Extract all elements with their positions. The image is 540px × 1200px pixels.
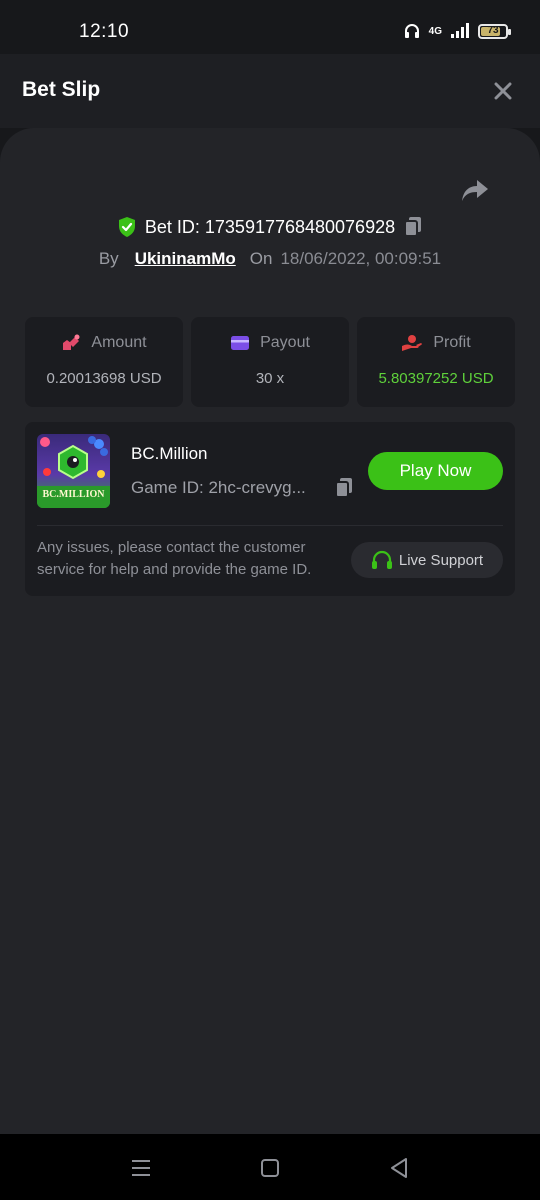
- bet-date: 18/06/2022, 00:09:51: [280, 249, 442, 268]
- payout-card: Payout 30 x: [191, 317, 349, 407]
- support-notice: Any issues, please contact the customer …: [37, 539, 312, 578]
- on-label: On: [249, 249, 273, 268]
- payout-label: Payout: [260, 334, 310, 351]
- bet-meta-row: By UkininamMo On 18/06/2022, 00:09:51: [0, 249, 540, 269]
- by-label: By: [98, 249, 119, 268]
- status-bar: 12:10 4G 73: [0, 0, 540, 54]
- amount-head: Amount: [25, 334, 183, 352]
- amount-label: Amount: [91, 334, 147, 351]
- amount-value: 0.20013698 USD: [46, 370, 162, 387]
- copy-game-id-icon[interactable]: [334, 477, 354, 499]
- amount-card: Amount 0.20013698 USD: [25, 317, 183, 407]
- status-time: 12:10: [79, 21, 130, 42]
- stats-row: Amount 0.20013698 USD Payout 30 x Profit…: [25, 317, 515, 407]
- divider: [37, 525, 503, 526]
- game-thumbnail[interactable]: BC.MILLION: [37, 434, 110, 508]
- verified-shield-icon: [118, 217, 135, 237]
- live-support-label: Live Support: [398, 551, 484, 569]
- user-link[interactable]: UkininamMo: [135, 249, 236, 269]
- header: Bet Slip: [0, 54, 540, 128]
- game-name[interactable]: BC.Million: [131, 444, 208, 464]
- bet-id-row: Bet ID: 1735917768480076928: [0, 216, 540, 238]
- game-card: BC.MILLION BC.Million Game ID: 2hc-crevy…: [25, 422, 515, 596]
- bet-slip-sheet: Bet ID: 1735917768480076928 By UkininamM…: [0, 128, 540, 1134]
- menu-icon[interactable]: [129, 1156, 153, 1180]
- copy-icon[interactable]: [403, 216, 423, 238]
- profit-head: Profit: [357, 334, 515, 352]
- profit-card: Profit 5.80397252 USD: [357, 317, 515, 407]
- live-support-button[interactable]: Live Support: [351, 542, 503, 578]
- battery-icon: 73: [478, 23, 511, 39]
- game-id: Game ID: 2hc-crevyg...: [131, 478, 306, 497]
- close-icon[interactable]: [490, 78, 516, 104]
- battery-text: 73: [487, 24, 499, 36]
- signal-icon: [451, 23, 469, 38]
- play-now-button[interactable]: Play Now: [368, 452, 503, 490]
- back-icon[interactable]: [387, 1156, 411, 1180]
- bet-id: Bet ID: 1735917768480076928: [144, 216, 396, 237]
- screen: 12:10 4G 73 Bet Slip Bet ID: 17359177684…: [0, 0, 540, 1200]
- page-title: Bet Slip: [22, 78, 101, 101]
- game-thumbnail-text: BC.MILLION: [42, 489, 105, 500]
- share-icon[interactable]: [460, 178, 490, 204]
- profit-hand-icon: [402, 335, 423, 351]
- profit-label: Profit: [433, 334, 471, 351]
- status-icons: 4G 73: [403, 22, 511, 40]
- home-icon[interactable]: [258, 1156, 282, 1180]
- amount-icon: [63, 334, 80, 350]
- payout-value: 30 x: [255, 370, 285, 387]
- profit-value: 5.80397252 USD: [378, 370, 494, 387]
- network-type: 4G: [428, 25, 442, 37]
- headphones-icon: [404, 24, 419, 38]
- headset-icon: [371, 550, 392, 569]
- wallet-icon: [231, 336, 250, 350]
- system-nav-bar: [0, 1134, 540, 1200]
- payout-head: Payout: [191, 334, 349, 352]
- battery-tip: [508, 28, 511, 35]
